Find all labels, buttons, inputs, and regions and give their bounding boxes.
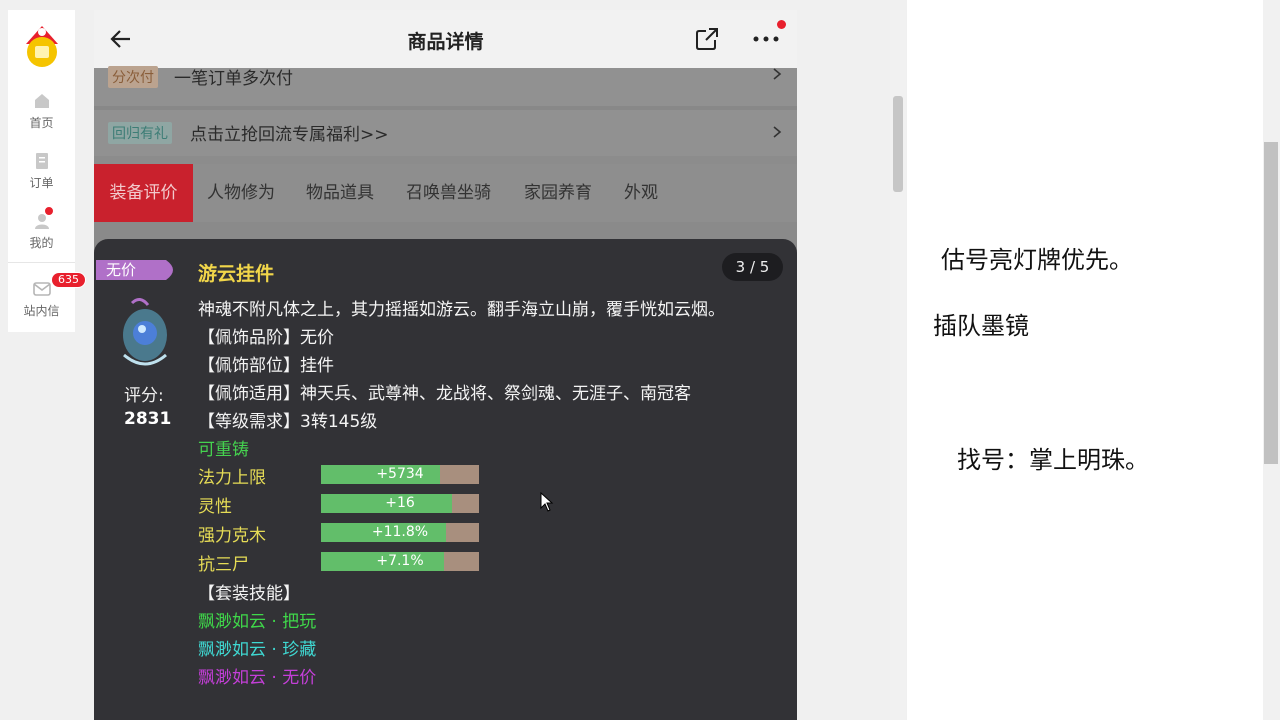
return-gift-tag: 回归有礼 [108,122,172,144]
stat-bar: +7.1% [321,552,479,571]
stat-value: +11.8% [371,524,429,540]
item-image [123,298,167,366]
attribute-line: 【等级需求】3转145级 [198,412,378,432]
stat-bar: +16 [321,494,479,513]
more-notification-dot [777,20,786,29]
tab-character-cultivation[interactable]: 人物修为 [207,164,275,222]
category-tabs: 装备评价 人物修为 物品道具 召唤兽坐骑 家园养育 外观 [94,164,797,222]
mouse-cursor-icon [540,492,554,512]
stat-value: +5734 [376,466,424,482]
sidebar-item-orders[interactable]: 订单 [8,152,75,191]
installment-tag: 分次付 [108,66,158,88]
sidebar-item-home[interactable]: 首页 [8,92,75,131]
tab-items[interactable]: 物品道具 [306,164,374,222]
sidebar-item-label: 我的 [29,236,54,250]
return-gift-row[interactable]: 回归有礼 点击立抢回流专属福利>> [94,110,797,156]
attribute-line: 【佩饰部位】挂件 [198,356,334,376]
sidebar-item-label: 首页 [29,116,54,130]
top-navbar: 商品详情 [94,10,797,68]
app-sidebar: 首页 订单 我的 站内信 635 [8,10,86,332]
notification-dot [44,206,54,216]
page-scrollbar-thumb[interactable] [893,96,903,192]
installment-text: 一笔订单多次付 [174,69,293,89]
chevron-right-icon [773,68,782,80]
sidebar-item-mine[interactable]: 我的 [8,212,75,251]
stat-bar: +11.8% [321,523,479,542]
svg-text:无价: 无价 [106,261,136,279]
tab-equipment-rating[interactable]: 装备评价 [94,164,193,222]
item-description: 神魂不附凡体之上，其力摇摇如游云。翻手海立山崩，覆手恍如云烟。 [198,300,725,320]
stat-name: 灵性 [198,497,232,517]
message-count-badge: 635 [51,272,86,288]
note-line: 估号亮灯牌优先。 [941,246,1133,274]
divider [8,262,75,263]
chevron-right-icon [773,126,782,138]
document-scrollbar-thumb[interactable] [1264,142,1278,464]
rarity-badge: 无价 [96,260,173,280]
app-logo-icon[interactable] [20,24,64,70]
stat-value: +7.1% [376,553,424,569]
stat-name: 法力上限 [198,468,266,488]
installment-row[interactable]: 分次付 一笔订单多次付 [94,66,797,106]
stat-name: 抗三尸 [198,555,249,575]
score-label: 评分: [124,386,164,406]
set-skill: 飘渺如云 · 把玩 [198,612,317,632]
set-skills-title: 【套装技能】 [198,584,300,604]
home-icon [34,94,49,108]
set-skill: 飘渺如云 · 珍藏 [198,640,317,660]
set-skill: 飘渺如云 · 无价 [198,668,317,688]
return-gift-text: 点击立抢回流专属福利>> [190,125,389,145]
stat-name: 强力克木 [198,526,266,546]
note-line: 找号：掌上明珠。 [957,446,1149,474]
item-name: 游云挂件 [198,263,275,285]
attribute-line: 【佩饰适用】神天兵、武尊神、龙战将、祭剑魂、无涯子、南冠客 [198,384,691,404]
sidebar-item-label: 站内信 [23,304,60,318]
product-detail-page: 商品详情 分次付 一笔订单多次付 回归有礼 点击立抢回流专属福利>> 装备评价 … [94,10,797,720]
order-icon [35,153,48,169]
recastable-label: 可重铸 [198,440,249,460]
tab-summons-mounts[interactable]: 召唤兽坐骑 [406,164,491,222]
share-icon[interactable] [695,27,719,51]
more-options-icon[interactable] [751,29,781,49]
tab-appearance[interactable]: 外观 [624,164,658,222]
stat-bar: +5734 [321,465,479,484]
note-line: 插队墨镜 [933,312,1029,340]
page-indicator: 3 / 5 [722,253,783,281]
page-title: 商品详情 [407,31,484,53]
notes-document: 估号亮灯牌优先。 插队墨镜 找号：掌上明珠。 [907,0,1263,720]
score-value: 2831 [124,409,172,429]
item-detail-popup: 无价 评分: 2831 游云挂件 3 / 5 神魂不附凡体之上，其力摇摇如游云。… [94,239,797,720]
sidebar-item-label: 订单 [29,176,54,190]
stat-value: +16 [385,495,415,511]
attribute-line: 【佩饰品阶】无价 [198,328,334,348]
mail-icon [32,282,51,296]
tab-home-nurture[interactable]: 家园养育 [524,164,592,222]
